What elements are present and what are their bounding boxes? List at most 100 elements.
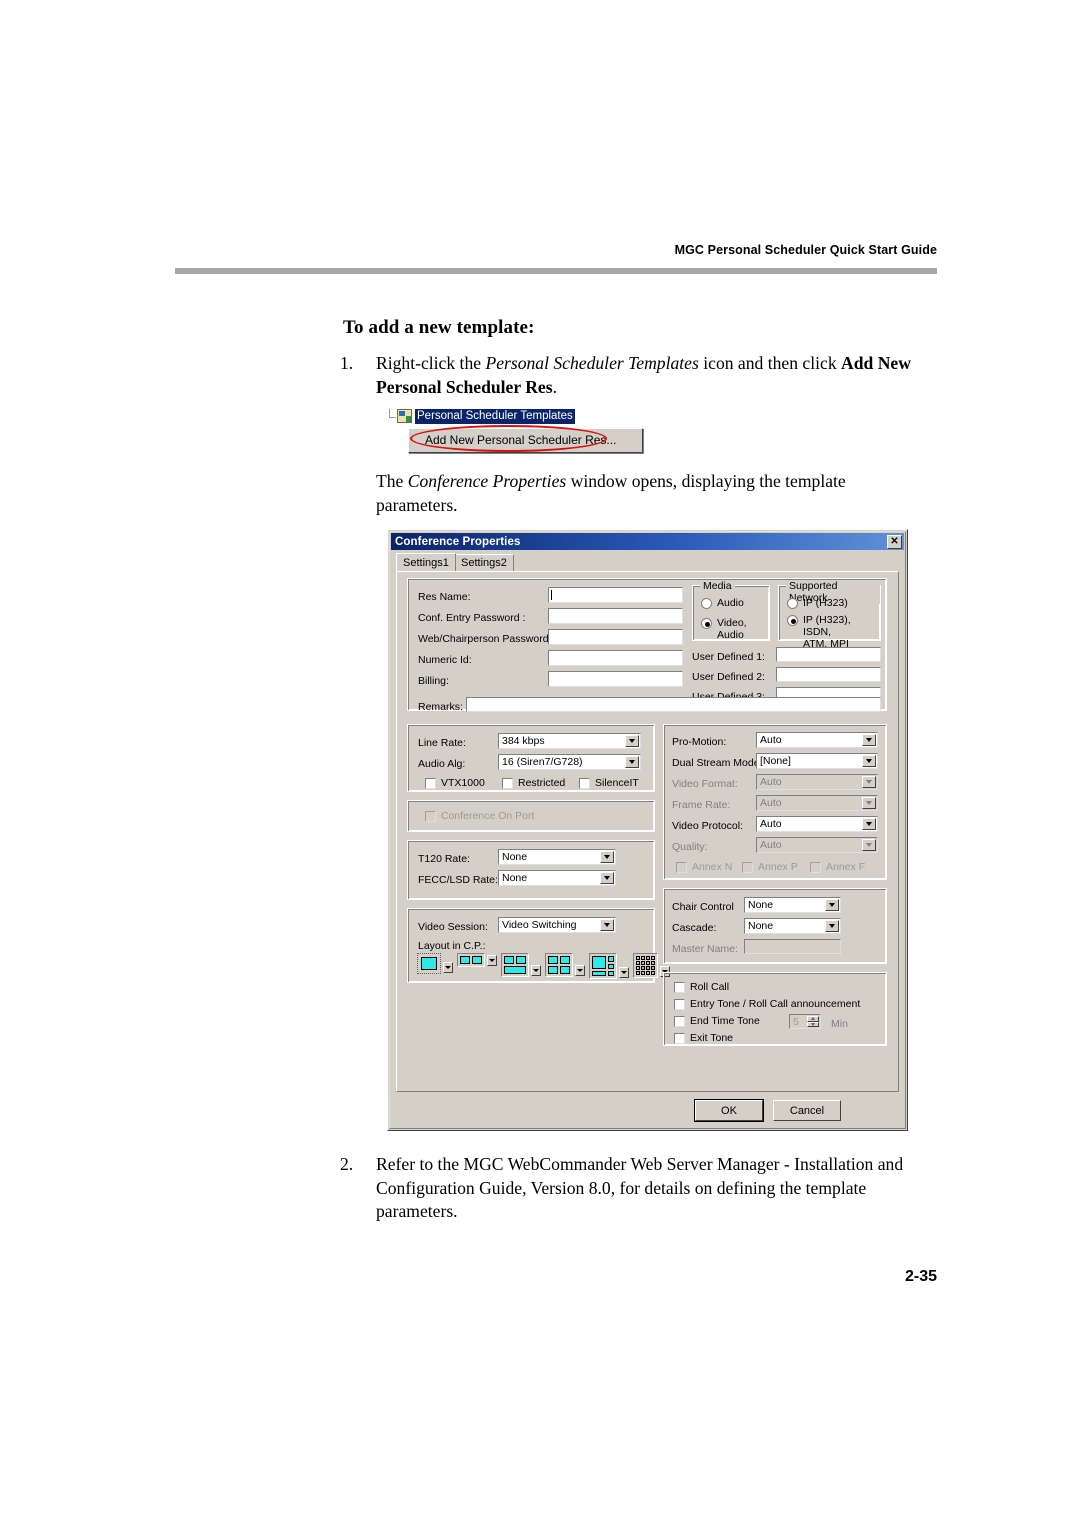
- layout-1plus5-icon[interactable]: [589, 953, 617, 979]
- video-session-label: Video Session:: [418, 921, 488, 933]
- checkbox-exit-tone[interactable]: Exit Tone: [674, 1032, 733, 1044]
- line-rate-select[interactable]: 384 kbps: [498, 733, 641, 749]
- network-option-ip-label: IP (H323): [803, 597, 848, 609]
- checkbox-silenceit[interactable]: SilenceIT: [579, 777, 639, 789]
- media-option-video-audio[interactable]: Video, Audio: [701, 617, 769, 641]
- checkbox-annex-n-label: Annex N: [692, 861, 733, 873]
- tab-settings1[interactable]: Settings1: [396, 553, 456, 571]
- chevron-down-icon[interactable]: [862, 734, 876, 746]
- chevron-down-icon[interactable]: [600, 872, 614, 884]
- network-option-ip-isdn-label: IP (H323), ISDN,: [803, 614, 851, 638]
- layout-1x2-icon[interactable]: [457, 953, 485, 967]
- chevron-down-icon[interactable]: [862, 755, 876, 767]
- layout-2-dropdown-icon[interactable]: [487, 955, 497, 966]
- layout-3-dropdown-icon[interactable]: [531, 965, 541, 976]
- checkbox-restricted[interactable]: Restricted: [502, 777, 565, 789]
- numeric-id-input[interactable]: [548, 650, 683, 666]
- web-chairperson-password-input[interactable]: [548, 629, 683, 645]
- layout-option-5[interactable]: [589, 953, 629, 979]
- quality-label: Quality:: [672, 841, 708, 853]
- context-menu-item-add-new[interactable]: Add New Personal Scheduler Res...: [413, 432, 638, 449]
- tab-settings2[interactable]: Settings2: [454, 554, 514, 571]
- conf-entry-password-input[interactable]: [548, 608, 683, 624]
- chevron-down-icon[interactable]: [825, 899, 839, 911]
- chevron-down-icon[interactable]: [862, 818, 876, 830]
- checkbox-exit-tone-label: Exit Tone: [690, 1032, 733, 1044]
- chair-control-value: None: [748, 899, 774, 911]
- audio-alg-select[interactable]: 16 (Siren7/G728): [498, 754, 641, 770]
- layout-option-1[interactable]: [417, 953, 453, 974]
- quality-select: Auto: [756, 837, 878, 853]
- checkbox-roll-call[interactable]: Roll Call: [674, 981, 729, 993]
- supported-network-group: Supported Network IP (H323) IP (H323), I…: [778, 580, 881, 650]
- step-1: 1. Right-click the Personal Scheduler Te…: [340, 352, 940, 399]
- user-defined-2-input[interactable]: [776, 667, 881, 682]
- fecc-lsd-rate-select[interactable]: None: [498, 870, 616, 886]
- pro-motion-select[interactable]: Auto: [756, 732, 878, 748]
- layout-2x2-icon[interactable]: [545, 953, 573, 977]
- chevron-down-icon[interactable]: [825, 920, 839, 932]
- audio-alg-value: 16 (Siren7/G728): [502, 756, 583, 768]
- cancel-button[interactable]: Cancel: [773, 1100, 841, 1121]
- checkbox-end-time-tone[interactable]: End Time Tone: [674, 1015, 760, 1027]
- dual-stream-mode-select[interactable]: [None]: [756, 753, 878, 769]
- step-2: 2. Refer to the MGC WebCommander Web Ser…: [340, 1153, 940, 1224]
- page-header-title: MGC Personal Scheduler Quick Start Guide: [674, 243, 937, 257]
- identification-panel: Res Name: Conf. Entry Password : Web/Cha…: [407, 578, 887, 713]
- remarks-input[interactable]: [466, 697, 881, 712]
- layout-option-2[interactable]: [457, 953, 497, 967]
- t120-group: T120 Rate: None FECC/LSD Rate: None: [407, 840, 655, 900]
- t120-rate-select[interactable]: None: [498, 849, 616, 865]
- cancel-button-label: Cancel: [789, 1104, 825, 1117]
- layout-5-dropdown-icon[interactable]: [619, 967, 629, 978]
- checkbox-vtx1000-box: [425, 777, 436, 789]
- dialog-title: Conference Properties: [395, 535, 521, 548]
- layout-option-4[interactable]: [545, 953, 585, 977]
- page-number: 2-35: [904, 1268, 937, 1285]
- end-time-minutes-stepper: 5: [789, 1014, 821, 1029]
- text-caret: [551, 590, 552, 600]
- user-defined-2-label: User Defined 2:: [692, 671, 765, 683]
- res-name-input[interactable]: [548, 587, 683, 603]
- numeric-id-label: Numeric Id:: [418, 654, 472, 666]
- tree-node-row[interactable]: Personal Scheduler Templates: [383, 408, 575, 424]
- ok-button-label: OK: [721, 1104, 737, 1117]
- checkbox-entry-tone[interactable]: Entry Tone / Roll Call announcement: [674, 998, 860, 1010]
- cascade-select[interactable]: None: [744, 918, 841, 934]
- close-icon[interactable]: ✕: [887, 534, 902, 549]
- media-option-audio[interactable]: Audio: [701, 597, 744, 609]
- layout-4-dropdown-icon[interactable]: [575, 965, 585, 976]
- chair-control-select[interactable]: None: [744, 897, 841, 913]
- network-option-ip[interactable]: IP (H323): [787, 597, 848, 609]
- chevron-down-icon[interactable]: [625, 756, 639, 768]
- user-defined-1-input[interactable]: [776, 647, 881, 662]
- dialog-title-bar[interactable]: Conference Properties ✕: [391, 533, 904, 550]
- frame-rate-label: Frame Rate:: [672, 799, 731, 811]
- layout-option-3[interactable]: [501, 953, 541, 977]
- chevron-down-icon[interactable]: [600, 919, 614, 931]
- cascade-label: Cascade:: [672, 922, 717, 934]
- radio-audio-icon: [701, 598, 712, 609]
- network-option-ip-isdn[interactable]: IP (H323), ISDN, ATM, MPI: [787, 614, 880, 650]
- checkbox-vtx1000[interactable]: VTX1000: [425, 777, 485, 789]
- video-session-select[interactable]: Video Switching: [498, 917, 616, 933]
- page-title: To add a new template:: [343, 317, 535, 338]
- chevron-down-icon[interactable]: [625, 735, 639, 747]
- media-group: Media Audio Video, Audio: [692, 580, 770, 641]
- checkbox-annex-p-box: [742, 861, 753, 873]
- chevron-down-icon[interactable]: [600, 851, 614, 863]
- billing-input[interactable]: [548, 671, 683, 687]
- chair-control-label: Chair Control: [672, 901, 734, 913]
- checkbox-end-time-tone-box: [674, 1015, 685, 1027]
- video-protocol-select[interactable]: Auto: [756, 816, 878, 832]
- checkbox-annex-f-label: Annex F: [826, 861, 866, 873]
- checkbox-annex-p: Annex P: [742, 861, 798, 873]
- t120-rate-label: T120 Rate:: [418, 853, 470, 865]
- layout-1-dropdown-icon[interactable]: [443, 962, 453, 973]
- ok-button[interactable]: OK: [695, 1100, 763, 1121]
- step-1-text: Right-click the Personal Scheduler Templ…: [376, 352, 940, 399]
- layout-1x1-icon[interactable]: [417, 953, 441, 974]
- checkbox-annex-n-box: [676, 861, 687, 873]
- layout-2over1-icon[interactable]: [501, 953, 529, 977]
- layout-4x4-icon[interactable]: [633, 953, 658, 978]
